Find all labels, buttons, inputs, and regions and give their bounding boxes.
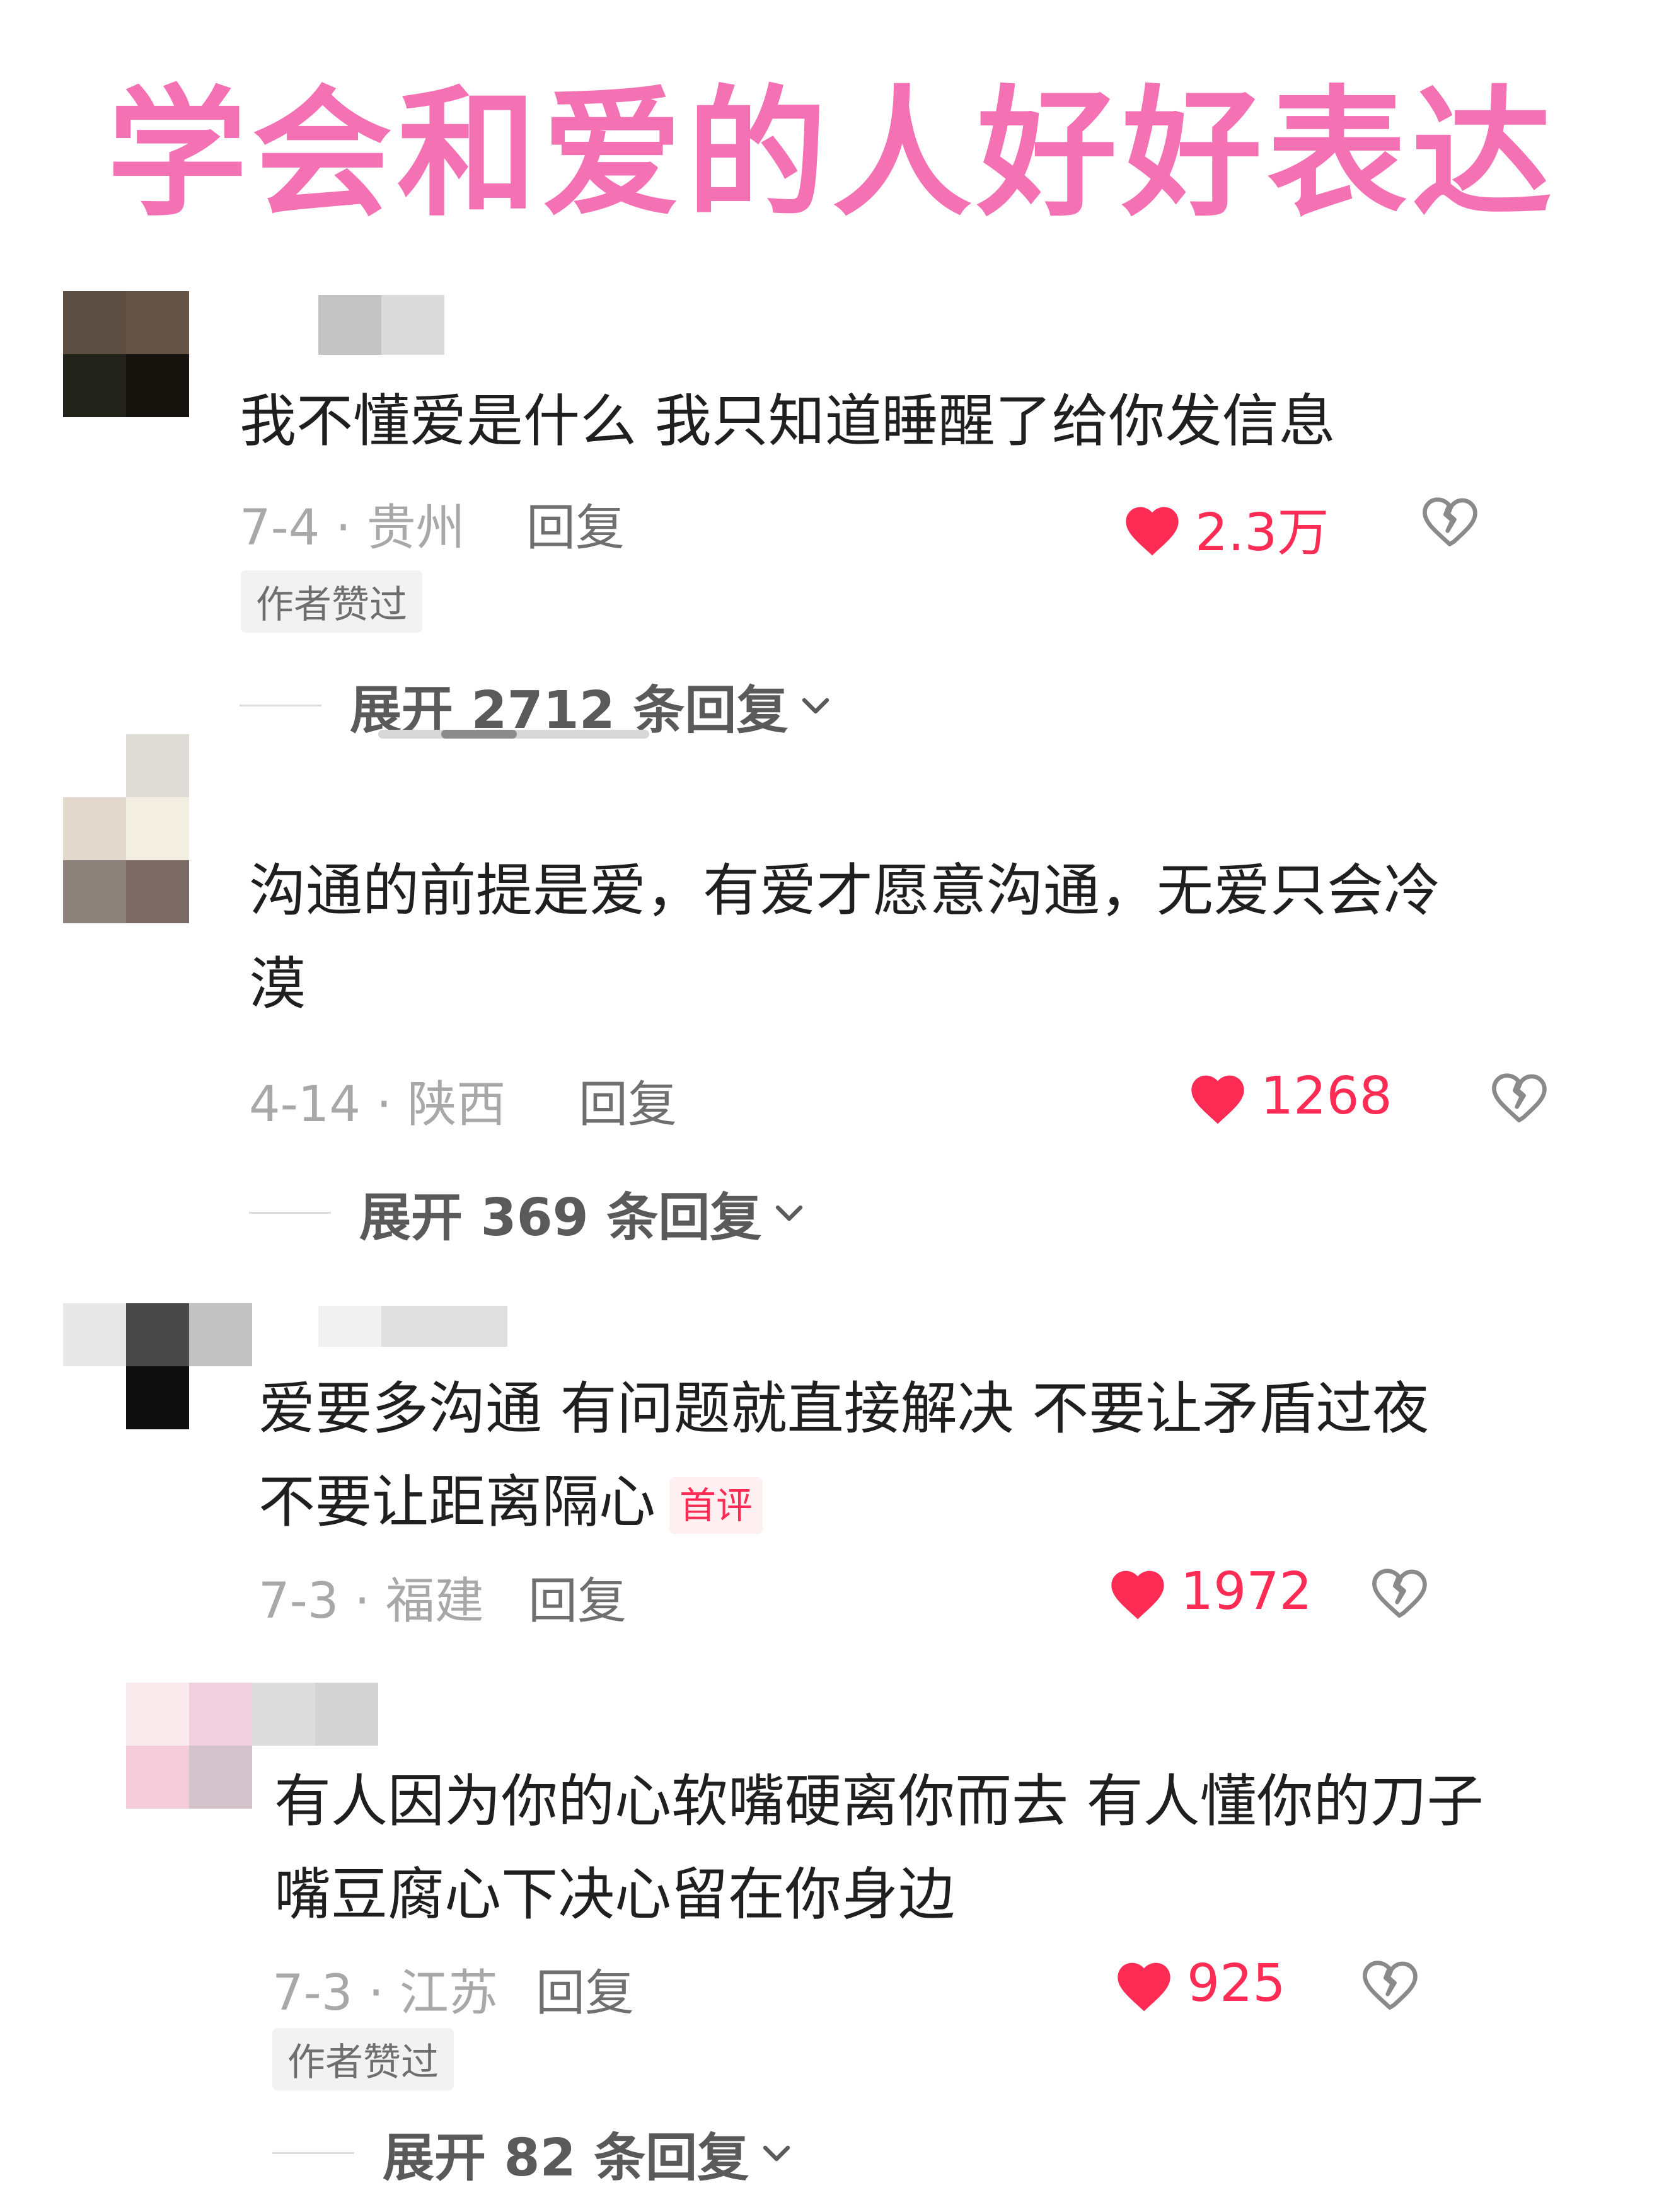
broken-heart-icon	[1492, 1073, 1547, 1122]
like-button[interactable]: 925	[1112, 1954, 1286, 2013]
comment-text-line: 漠	[249, 951, 306, 1017]
reply-button[interactable]: 回复	[579, 1065, 677, 1136]
comment-text: 沟通的前提是爱，有爱才愿意沟通，无爱只会冷 漠	[249, 844, 1440, 1031]
first-comment-tag: 首评	[669, 1477, 763, 1535]
broken-heart-icon	[1372, 1569, 1427, 1618]
broken-heart-icon	[1363, 1961, 1418, 2010]
comment-text: 我不懂爱是什么 我只知道睡醒了给你发信息	[240, 375, 1336, 468]
heart-icon	[1126, 507, 1179, 555]
comment-text-line-with-tag: 不要让距离隔心 首评	[258, 1456, 1429, 1549]
comment-date-location: 7-3 · 福建	[258, 1573, 484, 1630]
dislike-button[interactable]	[1358, 1954, 1421, 2014]
chevron-down-icon	[802, 698, 829, 713]
comment-text-line: 爱要多沟通 有问题就直接解决 不要让矛盾过夜	[258, 1376, 1430, 1442]
expand-replies-button[interactable]: 展开 369 条回复	[249, 1175, 804, 1250]
expand-replies-label: 展开 82 条回复	[383, 2128, 749, 2188]
comment-text-line: 我不懂爱是什么 我只知道睡醒了给你发信息	[240, 388, 1336, 454]
comment-date-location: 7-4 · 贵州	[240, 500, 465, 556]
comment-text: 爱要多沟通 有问题就直接解决 不要让矛盾过夜 不要让距离隔心 首评	[258, 1362, 1429, 1549]
page-title: 学会和爱的人好好表达	[107, 73, 1557, 236]
like-button[interactable]: 1268	[1186, 1066, 1392, 1126]
expand-divider	[240, 705, 321, 706]
like-count: 1972	[1181, 1562, 1312, 1622]
avatar[interactable]	[63, 291, 189, 417]
expand-divider	[272, 2152, 354, 2154]
dislike-button[interactable]	[1488, 1066, 1551, 1127]
like-count: 1268	[1261, 1066, 1392, 1126]
like-button[interactable]: 1972	[1106, 1562, 1312, 1622]
comment-text-line: 不要让距离隔心	[258, 1469, 656, 1535]
chevron-down-icon	[763, 2145, 790, 2161]
author-liked-badge: 作者赞过	[272, 2028, 454, 2090]
comment-text-line: 沟通的前提是爱，有爱才愿意沟通，无爱只会冷	[249, 858, 1440, 924]
scroll-indicator[interactable]	[378, 730, 649, 739]
reply-button[interactable]: 回复	[526, 488, 625, 559]
reply-button[interactable]: 回复	[536, 1954, 634, 2024]
comment-text-line: 有人因为你的心软嘴硬离你而去 有人懂你的刀子	[274, 1768, 1484, 1835]
avatar[interactable]	[63, 734, 189, 923]
comment-date-location: 7-3 · 江苏	[272, 1965, 498, 2022]
like-button[interactable]: 2.3万	[1121, 490, 1329, 565]
expand-divider	[249, 1212, 331, 1214]
chevron-down-icon	[776, 1205, 803, 1221]
broken-heart-icon	[1423, 497, 1477, 546]
heart-icon	[1191, 1075, 1244, 1124]
expand-replies-label: 展开 369 条回复	[359, 1188, 762, 1248]
username[interactable]	[318, 1306, 507, 1347]
like-count: 2.3万	[1195, 503, 1329, 563]
like-count: 925	[1187, 1954, 1286, 2013]
expand-replies-button[interactable]: 展开 82 条回复	[272, 2116, 792, 2191]
avatar[interactable]	[63, 1303, 252, 1429]
comment-text-line: 嘴豆腐心下决心留在你身边	[274, 1862, 955, 1928]
heart-icon	[1111, 1570, 1164, 1619]
author-liked-badge: 作者赞过	[241, 570, 422, 633]
dislike-button[interactable]	[1368, 1562, 1431, 1622]
comment-text: 有人因为你的心软嘴硬离你而去 有人懂你的刀子 嘴豆腐心下决心留在你身边	[274, 1755, 1484, 1942]
heart-icon	[1118, 1962, 1170, 2011]
dislike-button[interactable]	[1418, 490, 1481, 551]
scroll-thumb[interactable]	[441, 730, 517, 739]
username[interactable]	[318, 295, 444, 355]
reply-button[interactable]: 回复	[528, 1562, 627, 1632]
comment-date-location: 4-14 · 陕西	[249, 1076, 506, 1133]
